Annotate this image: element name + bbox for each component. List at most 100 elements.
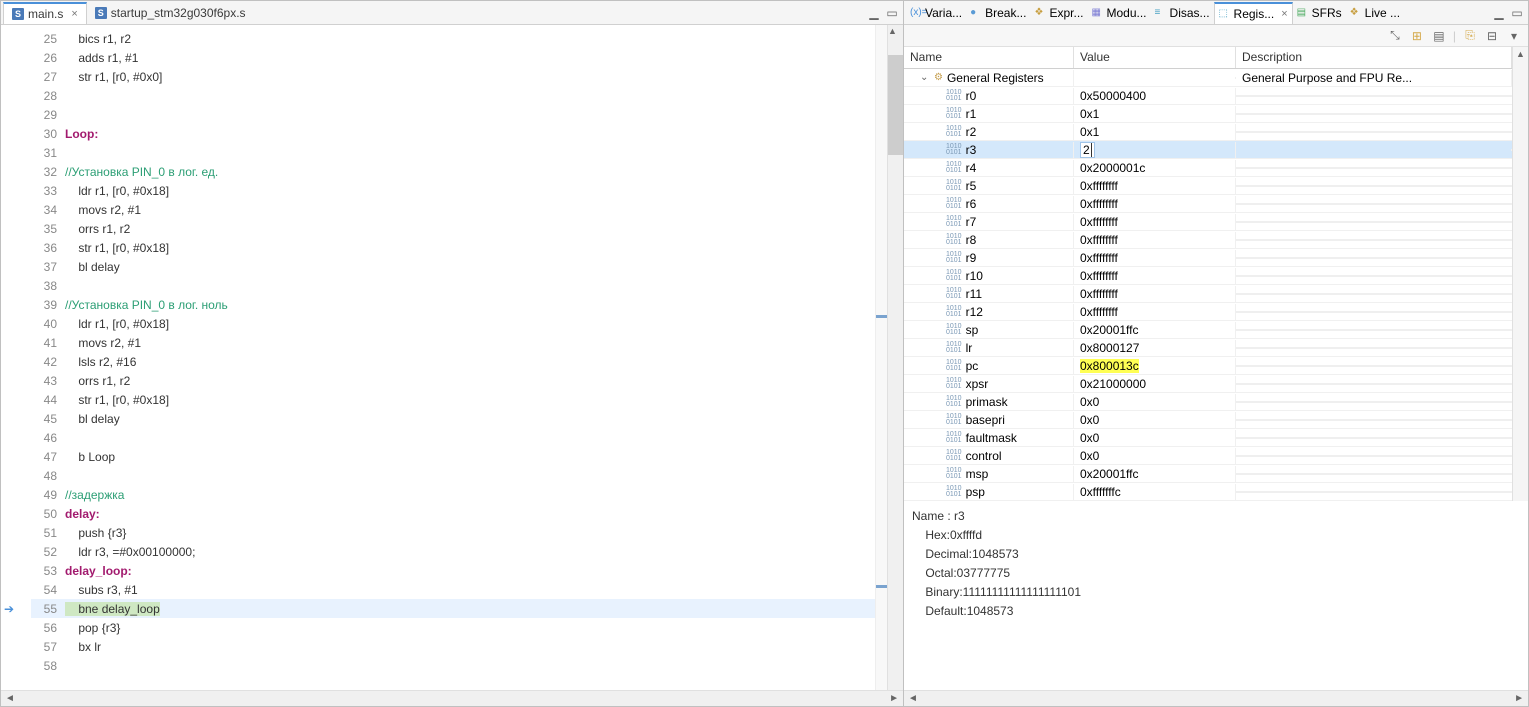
pin-icon[interactable]: ⊟ [1484,28,1500,44]
editor-tab[interactable]: Smain.s× [3,2,87,24]
register-row[interactable]: 10100101r80xffffffff [904,231,1512,249]
collapse-icon[interactable]: ⤡ [1387,28,1403,44]
code-line[interactable]: 26 adds r1, #1 [31,48,875,67]
register-value[interactable]: 0xffffffff [1080,269,1118,283]
register-value[interactable]: 0xfffffffc [1080,485,1121,499]
code-line[interactable]: 52 ldr r3, =#0x00100000; [31,542,875,561]
code-line[interactable]: 40 ldr r1, [r0, #0x18] [31,314,875,333]
code-line[interactable]: 43 orrs r1, r2 [31,371,875,390]
code-line[interactable]: 44 str r1, [r0, #0x18] [31,390,875,409]
register-row[interactable]: 10100101r110xffffffff [904,285,1512,303]
code-line[interactable]: 27 str r1, [r0, #0x0] [31,67,875,86]
register-row[interactable]: 10100101msp0x20001ffc [904,465,1512,483]
code-line[interactable]: 47 b Loop [31,447,875,466]
register-row[interactable]: 10100101r10x1 [904,105,1512,123]
register-row[interactable]: 10100101r00x50000400 [904,87,1512,105]
register-value[interactable]: 0xffffffff [1080,215,1118,229]
code-line[interactable]: 50delay: [31,504,875,523]
register-value[interactable]: 0x0 [1080,431,1099,445]
horizontal-scrollbar[interactable]: ◄ ► [904,690,1528,706]
register-value[interactable]: 0xffffffff [1080,197,1118,211]
register-value[interactable]: 0x0 [1080,413,1099,427]
debug-tab[interactable]: ▤SFRs [1293,2,1346,24]
register-value[interactable]: 0x800013c [1080,359,1139,373]
code-line[interactable]: 53delay_loop: [31,561,875,580]
close-icon[interactable]: × [1281,8,1287,20]
register-row[interactable]: 10100101psp0xfffffffc [904,483,1512,501]
code-line[interactable]: 33 ldr r1, [r0, #0x18] [31,181,875,200]
code-line[interactable]: 25 bics r1, r2 [31,29,875,48]
tree-icon[interactable]: ⊞ [1409,28,1425,44]
register-row[interactable]: 10100101r100xffffffff [904,267,1512,285]
minimize-icon[interactable]: ▁ [1492,6,1506,20]
register-row[interactable]: 10100101r50xffffffff [904,177,1512,195]
register-row[interactable]: 10100101r32 [904,141,1512,159]
close-icon[interactable]: × [71,8,77,20]
code-line[interactable]: 49//задержка [31,485,875,504]
register-row[interactable]: 10100101r40x2000001c [904,159,1512,177]
code-line[interactable]: 29 [31,105,875,124]
debug-tab[interactable]: ⬚Regis...× [1214,2,1293,24]
register-row[interactable]: 10100101lr0x8000127 [904,339,1512,357]
register-value[interactable]: 0xffffffff [1080,233,1118,247]
debug-tab[interactable]: ▦Modu... [1088,2,1151,24]
code-line[interactable]: 31 [31,143,875,162]
register-value[interactable]: 0x1 [1080,125,1099,139]
code-line[interactable]: 34 movs r2, #1 [31,200,875,219]
register-row[interactable]: 10100101sp0x20001ffc [904,321,1512,339]
import-icon[interactable]: ⎘ [1462,28,1478,44]
register-row[interactable]: 10100101pc0x800013c [904,357,1512,375]
code-area[interactable]: 25 bics r1, r226 adds r1, #127 str r1, [… [31,25,875,690]
code-line[interactable]: 35 orrs r1, r2 [31,219,875,238]
register-row[interactable]: 10100101r90xffffffff [904,249,1512,267]
layout-icon[interactable]: ▤ [1431,28,1447,44]
maximize-icon[interactable]: ▭ [1510,6,1524,20]
register-value[interactable]: 0x50000400 [1080,89,1146,103]
debug-tab[interactable]: (x)=Varia... [906,2,966,24]
col-name[interactable]: Name [904,47,1074,68]
register-value[interactable]: 0x21000000 [1080,377,1146,391]
chevron-down-icon[interactable]: ⌄ [920,72,930,83]
col-description[interactable]: Description [1236,47,1512,68]
code-line[interactable]: 30Loop: [31,124,875,143]
register-value[interactable]: 0x8000127 [1080,341,1139,355]
editor-tab[interactable]: Sstartup_stm32g030f6px.s [87,2,254,24]
maximize-icon[interactable]: ▭ [885,6,899,20]
code-line[interactable]: 42 lsls r2, #16 [31,352,875,371]
debug-tab[interactable]: ❖Expr... [1030,2,1087,24]
horizontal-scrollbar[interactable]: ◄ ► [1,690,903,706]
code-line[interactable]: 39//Установка PIN_0 в лог. ноль [31,295,875,314]
col-value[interactable]: Value [1074,47,1236,68]
code-line[interactable]: 46 [31,428,875,447]
register-row[interactable]: 10100101xpsr0x21000000 [904,375,1512,393]
vertical-scrollbar[interactable]: ▲ [887,25,903,690]
register-group[interactable]: ⌄⚙General RegistersGeneral Purpose and F… [904,69,1512,87]
register-value[interactable]: 0x20001ffc [1080,467,1139,481]
debug-tab[interactable]: ≡Disas... [1151,2,1214,24]
register-value[interactable]: 0xffffffff [1080,305,1118,319]
register-value[interactable]: 0xffffffff [1080,287,1118,301]
registers-table[interactable]: ⌄⚙General RegistersGeneral Purpose and F… [904,69,1512,501]
registers-scrollbar[interactable]: ▲ [1512,47,1528,501]
register-row[interactable]: 10100101r120xffffffff [904,303,1512,321]
code-line[interactable]: 58 [31,656,875,675]
code-line[interactable]: 55 bne delay_loop [31,599,875,618]
code-line[interactable]: 38 [31,276,875,295]
register-value[interactable]: 0x20001ffc [1080,323,1139,337]
menu-icon[interactable]: ▾ [1506,28,1522,44]
code-editor[interactable]: ➔ 25 bics r1, r226 adds r1, #127 str r1,… [1,25,903,690]
register-value-input[interactable]: 2 [1080,142,1095,158]
register-value[interactable]: 0x0 [1080,449,1099,463]
register-value[interactable]: 0x0 [1080,395,1099,409]
code-line[interactable]: 32//Установка PIN_0 в лог. ед. [31,162,875,181]
register-row[interactable]: 10100101faultmask0x0 [904,429,1512,447]
register-value[interactable]: 0x1 [1080,107,1099,121]
register-value[interactable]: 0x2000001c [1080,161,1145,175]
code-line[interactable]: 45 bl delay [31,409,875,428]
code-line[interactable]: 57 bx lr [31,637,875,656]
debug-tab[interactable]: ●Break... [966,2,1030,24]
register-row[interactable]: 10100101r20x1 [904,123,1512,141]
code-line[interactable]: 28 [31,86,875,105]
register-row[interactable]: 10100101primask0x0 [904,393,1512,411]
register-value[interactable]: 0xffffffff [1080,251,1118,265]
